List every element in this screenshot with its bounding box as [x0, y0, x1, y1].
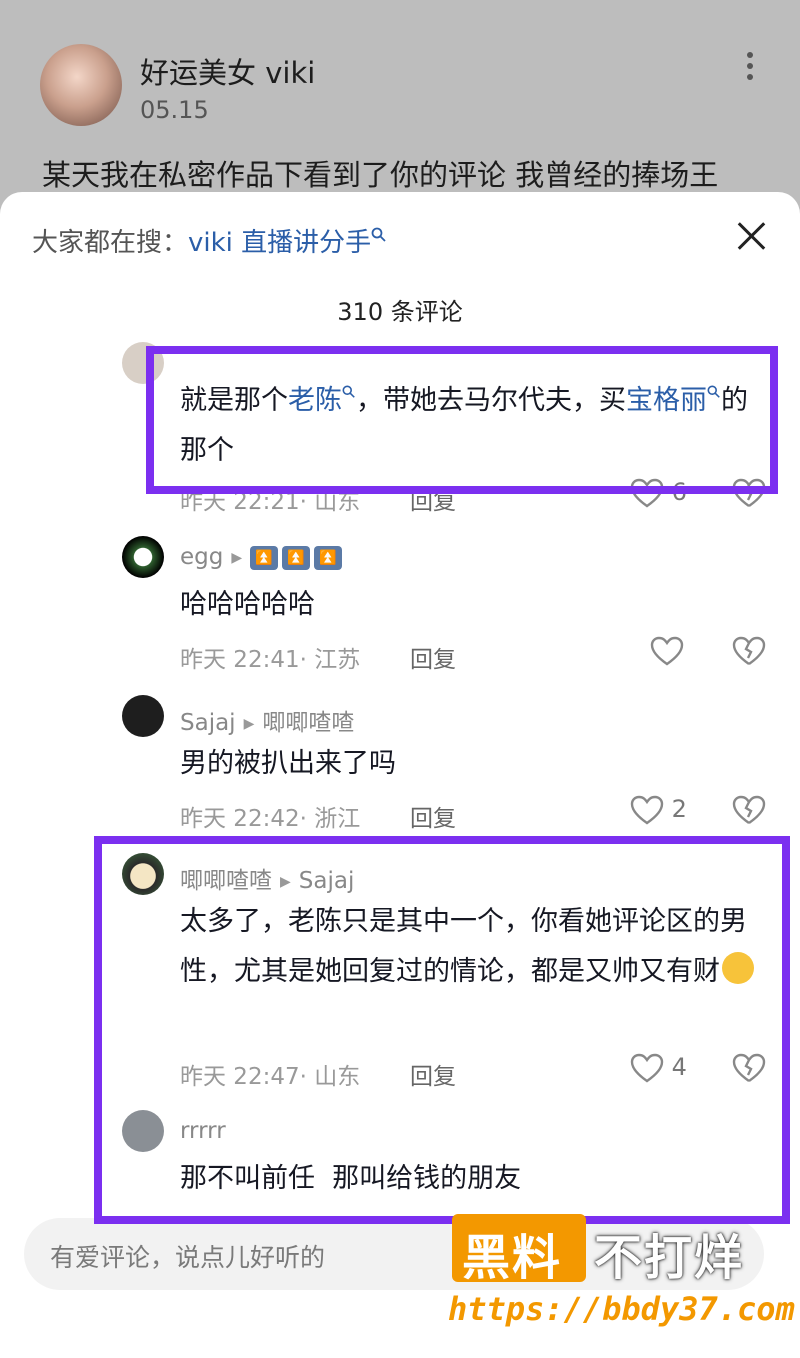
highlight-box	[94, 836, 790, 1224]
level-badge-icon: ⏫	[314, 545, 343, 570]
heart-icon	[630, 795, 664, 825]
post-caption: 某天我在私密作品下看到了你的评论 我曾经的捧场王	[42, 158, 719, 192]
post-date: 05.15	[140, 96, 209, 124]
close-icon[interactable]	[734, 218, 770, 254]
search-keyword[interactable]: viki 直播讲分手	[188, 228, 371, 258]
reply-button[interactable]: 回复	[410, 640, 456, 674]
heart-icon	[650, 636, 684, 666]
author-name[interactable]: 好运美女 viki	[140, 50, 315, 92]
like-button[interactable]	[650, 636, 684, 666]
comment-meta: 昨天 22:41· 江苏	[180, 647, 361, 673]
broken-heart-icon	[732, 636, 766, 665]
comment-input-placeholder: 有爱评论，说点儿好听的	[50, 1243, 326, 1272]
comment-author[interactable]: egg ▶ ⏫ ⏫ ⏫	[180, 544, 346, 570]
comment-author[interactable]: Sajaj ▶ 唧唧喳喳	[180, 703, 354, 737]
broken-heart-icon	[732, 795, 766, 824]
like-button[interactable]: 2	[630, 795, 687, 825]
watermark-text: 不打烊	[594, 1230, 745, 1286]
highlight-box	[146, 346, 778, 494]
dislike-button[interactable]	[732, 795, 766, 825]
level-badge-icon: ⏫	[282, 545, 311, 570]
dislike-button[interactable]	[732, 636, 766, 666]
arrow-icon: ▶	[243, 716, 255, 732]
like-count: 2	[671, 795, 687, 823]
watermark-text: 黑料	[462, 1230, 563, 1286]
reply-button[interactable]: 回复	[410, 799, 456, 833]
search-suggestion[interactable]: 大家都在搜：viki 直播讲分手	[32, 222, 387, 259]
comment-text: 哈哈哈哈哈	[180, 589, 315, 620]
watermark-url: https://bbdy37.com	[448, 1290, 795, 1328]
comment-text: 男的被扒出来了吗	[180, 748, 396, 779]
arrow-icon: ▶	[231, 550, 243, 566]
author-avatar[interactable]	[40, 44, 122, 126]
search-icon	[371, 227, 386, 242]
comment-avatar[interactable]	[122, 695, 164, 737]
comment-meta: 昨天 22:42· 浙江	[180, 806, 361, 832]
comment-count: 310 条评论	[337, 298, 463, 326]
comment-avatar[interactable]	[122, 536, 164, 578]
more-options-icon[interactable]	[742, 52, 758, 86]
search-prefix: 大家都在搜：	[32, 228, 189, 258]
level-badge-icon: ⏫	[250, 545, 279, 570]
